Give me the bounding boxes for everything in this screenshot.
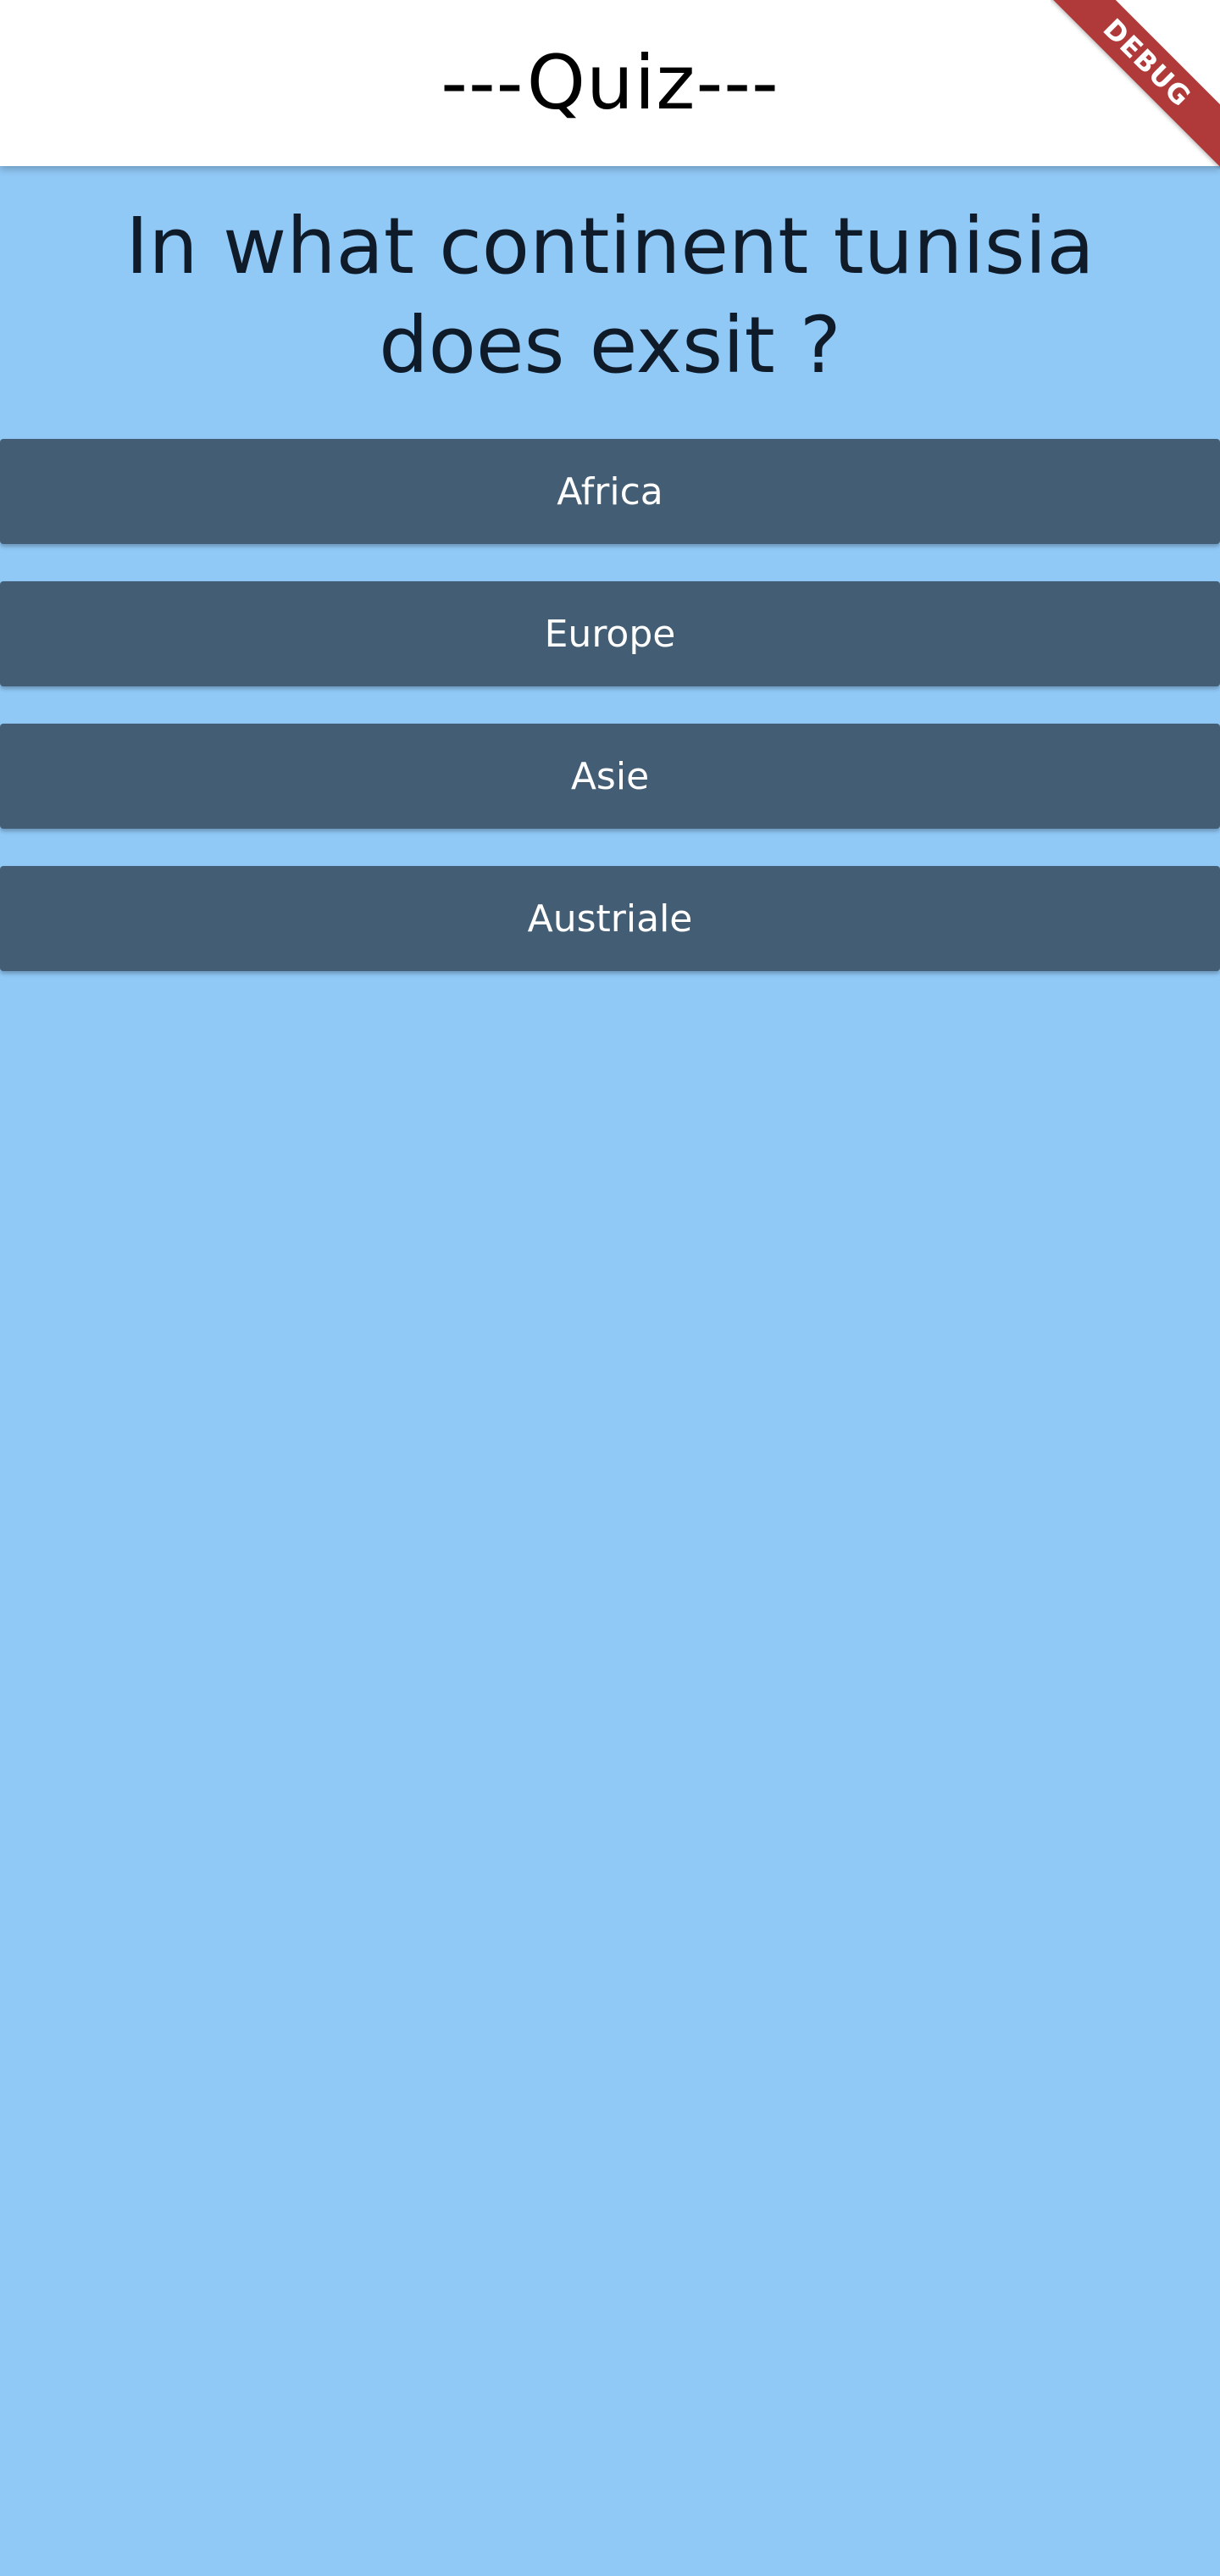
answer-button-austriale[interactable]: Austriale <box>0 866 1220 971</box>
app-bar: ---Quiz--- <box>0 0 1220 166</box>
answer-button-asie[interactable]: Asie <box>0 724 1220 829</box>
question-text: In what continent tunisia does exsit ? <box>125 201 1095 391</box>
answer-button-africa[interactable]: Africa <box>0 439 1220 544</box>
app-title: ---Quiz--- <box>441 39 779 126</box>
quiz-body: In what continent tunisia does exsit ? A… <box>0 166 1220 2576</box>
answer-button-europe[interactable]: Europe <box>0 581 1220 686</box>
